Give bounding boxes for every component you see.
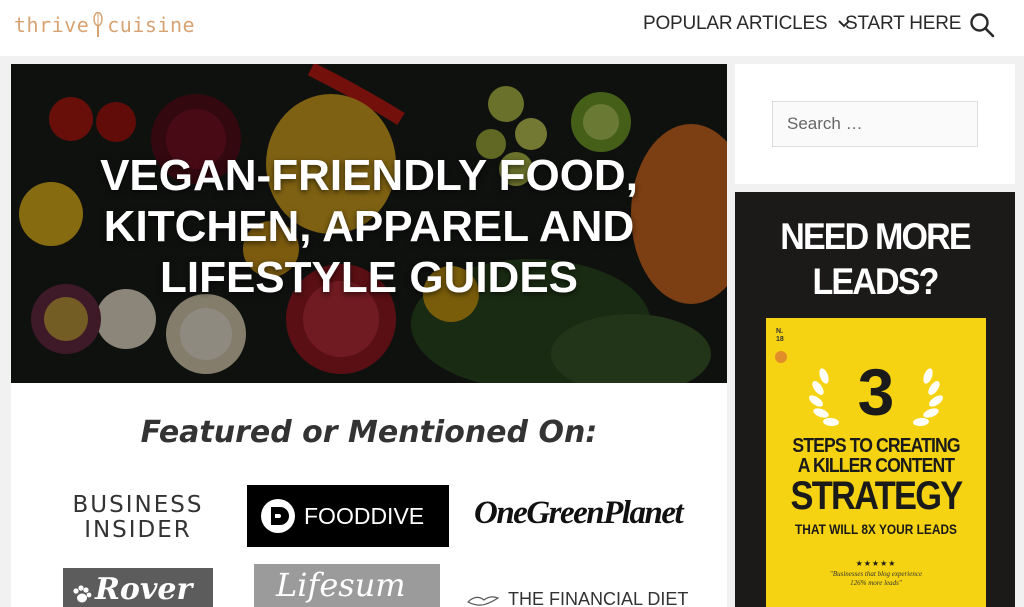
sidebar-ad[interactable]: NEED MORE LEADS? N. 18 3 STEPS TO CREATI… [735, 192, 1015, 607]
site-logo[interactable]: thrive cuisine [14, 10, 195, 40]
hero-banner[interactable]: VEGAN-FRIENDLY FOOD, KITCHEN, APPAREL AN… [11, 64, 727, 383]
logo-food-dive: FOODDIVE [247, 485, 449, 547]
book-line1: STEPS TO CREATING A KILLER CONTENT [792, 435, 960, 477]
logo-financial-diet: THE FINANCIAL DIET [466, 589, 688, 607]
bird-icon [466, 595, 500, 606]
financial-diet-text: THE FINANCIAL DIET [508, 589, 689, 607]
ad-headline: NEED MORE LEADS? [780, 216, 971, 302]
paw-icon [73, 585, 92, 603]
book-subtitle: THAT WILL 8X YOUR LEADS [794, 521, 957, 537]
book-issue: N. 18 [776, 328, 784, 343]
logo-one-green-planet: OneGreenPlanet [474, 495, 684, 531]
search-widget [735, 64, 1015, 184]
search-input[interactable] [772, 101, 978, 147]
whisk-icon [93, 12, 103, 37]
logo-business-insider: BUSINESS INSIDER [72, 492, 204, 543]
search-icon[interactable] [969, 12, 995, 38]
food-dive-icon [261, 499, 295, 533]
featured-title: Featured or Mentioned On: [140, 415, 598, 450]
rover-text: Rover [95, 572, 193, 607]
hero-title: VEGAN-FRIENDLY FOOD, KITCHEN, APPAREL AN… [100, 151, 638, 302]
site-header: thrive cuisine POPULAR ARTICLES START HE… [0, 0, 1024, 56]
nav-start-here[interactable]: START HERE [845, 13, 961, 35]
book-number: 3 [857, 355, 895, 429]
featured-section: Featured or Mentioned On: BUSINESS INSID… [11, 383, 727, 607]
book-strategy: STRATEGY [790, 474, 963, 518]
food-dive-text: FOODDIVE [304, 502, 425, 529]
logo-text-thrive: thrive [14, 13, 90, 37]
nav-popular-articles[interactable]: POPULAR ARTICLES [643, 13, 851, 35]
book-stars: ★★★★★ [855, 559, 897, 568]
nav-popular-label: POPULAR ARTICLES [643, 13, 828, 34]
nav-start-label: START HERE [845, 13, 962, 34]
ad-book-cover: N. 18 3 STEPS TO CREATING A KILLER CONTE… [766, 318, 986, 607]
book-quote: "Businesses that blog experience 126% mo… [829, 570, 923, 587]
logo-rover: Rover [63, 568, 213, 607]
logo-lifesum: Lifesum [254, 564, 440, 607]
logo-text-cuisine: cuisine [107, 13, 196, 37]
